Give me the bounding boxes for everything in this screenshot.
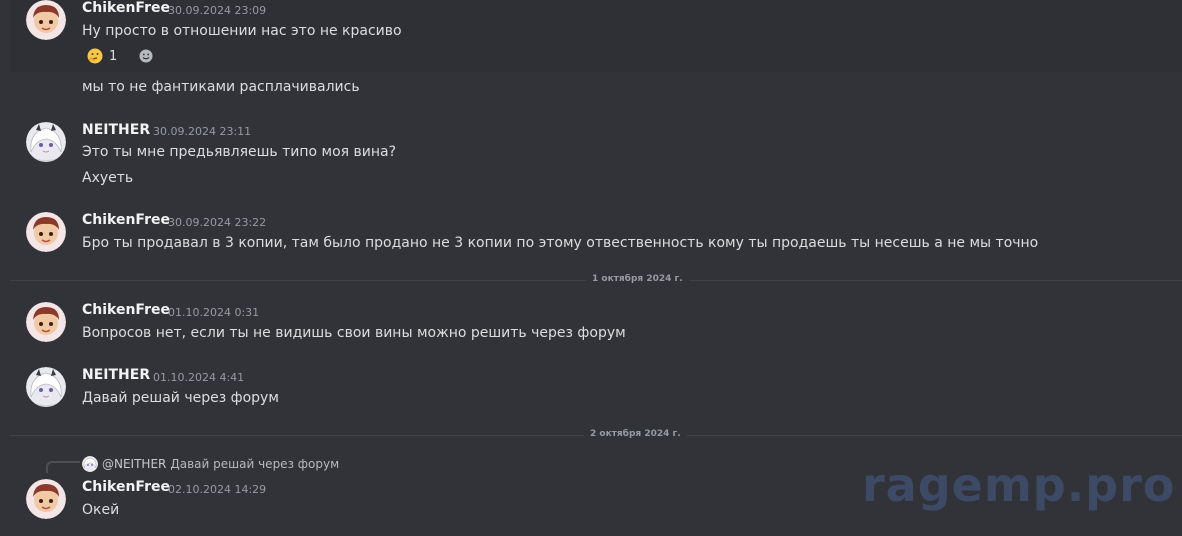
avatar-chikenfree[interactable]	[26, 212, 66, 252]
message-author[interactable]: ChikenFree	[82, 302, 170, 318]
reaction-count: 1	[109, 48, 118, 64]
thinking-face-icon	[87, 48, 103, 64]
message-author[interactable]: NEITHER	[82, 367, 150, 383]
message-timestamp: 01.10.2024 4:41	[153, 371, 245, 384]
message-author[interactable]: ChikenFree	[82, 212, 170, 228]
message-author[interactable]: ChikenFree	[82, 479, 170, 495]
add-reaction-icon[interactable]	[138, 48, 154, 64]
chat-log: ChikenFree 30.09.2024 23:09 Ну просто в …	[0, 0, 1182, 536]
date-divider-label: 1 октября 2024 г.	[586, 274, 689, 284]
avatar-chikenfree[interactable]	[26, 0, 66, 40]
message-text: мы то не фантиками расплачивались	[82, 79, 360, 95]
message-timestamp: 30.09.2024 23:09	[168, 4, 267, 17]
message-timestamp: 30.09.2024 23:22	[168, 216, 267, 229]
avatar-chikenfree[interactable]	[26, 479, 66, 519]
message-timestamp: 02.10.2024 14:29	[168, 483, 267, 496]
message-text: Бро ты продавал в 3 копии, там было прод…	[82, 235, 1039, 251]
message-author[interactable]: ChikenFree	[82, 0, 170, 16]
avatar-neither[interactable]	[26, 367, 66, 407]
reply-text: Давай решай через форум	[170, 457, 340, 471]
avatar-neither[interactable]	[26, 122, 66, 162]
message-timestamp: 01.10.2024 0:31	[168, 306, 260, 319]
message-text: Вопросов нет, если ты не видишь свои вин…	[82, 325, 626, 341]
message-author[interactable]: NEITHER	[82, 122, 150, 138]
reaction-pill[interactable]: 1	[82, 45, 128, 67]
message-text: Ну просто в отношении нас это не красиво	[82, 23, 402, 39]
reply-preview[interactable]: @NEITHER Давай решай через форум	[82, 456, 339, 472]
watermark: ragemp.pro	[862, 458, 1176, 512]
avatar-chikenfree[interactable]	[26, 302, 66, 342]
date-divider-label: 2 октября 2024 г.	[584, 429, 687, 439]
message-text: Окей	[82, 502, 120, 518]
reply-author[interactable]: @NEITHER	[102, 457, 166, 471]
reply-connector	[46, 461, 80, 473]
message-text: Ахуеть	[82, 170, 134, 186]
message-text: Давай решай через форум	[82, 390, 279, 406]
message-text: Это ты мне предьявляешь типо моя вина?	[82, 144, 397, 160]
message-timestamp: 30.09.2024 23:11	[153, 125, 252, 138]
reply-avatar	[82, 456, 98, 472]
